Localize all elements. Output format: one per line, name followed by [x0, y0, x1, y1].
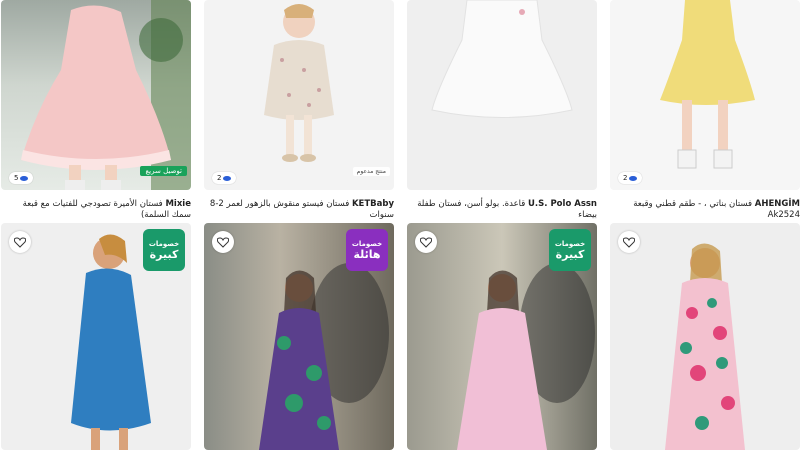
- discount-badge: خصومات كبيرة: [549, 229, 591, 271]
- product-brand: Mixie: [165, 199, 191, 209]
- product-image[interactable]: خصومات كبيرة: [1, 223, 191, 450]
- view-count: 5: [14, 174, 19, 182]
- discount-value: هائلة: [353, 247, 381, 261]
- product-card[interactable]: خصومات كبيرة: [407, 223, 597, 450]
- product-grid: توصيل سريع 5 Mixie فستان الأميرة تصودجي …: [0, 0, 800, 450]
- discount-value: كبيرة: [555, 247, 585, 261]
- heart-icon: [420, 236, 432, 248]
- heart-icon: [14, 236, 26, 248]
- view-count-badge: 2: [212, 172, 237, 184]
- eye-icon: [629, 175, 638, 181]
- product-title[interactable]: U.S. Polo Assn قاعدة. بولو أسن، فستان طف…: [411, 199, 597, 221]
- eye-icon: [223, 175, 232, 181]
- product-card[interactable]: خصومات هائلة: [204, 223, 394, 450]
- product-title[interactable]: Mixie فستان الأميرة تصودجي للفتيات مع قب…: [5, 199, 191, 221]
- discount-label: خصومات: [148, 239, 180, 248]
- discount-badge: خصومات هائلة: [346, 229, 388, 271]
- heart-icon: [217, 236, 229, 248]
- product-title[interactable]: AHENGİM فستان بناتي ، - طقم قطني وقبعة A…: [614, 199, 800, 221]
- eye-icon: [20, 175, 29, 181]
- product-card[interactable]: 2 AHENGİM فستان بناتي ، - طقم قطني وقبعة…: [610, 0, 800, 222]
- view-count-badge: 5: [9, 172, 34, 184]
- view-count: 2: [623, 174, 628, 182]
- product-card[interactable]: [610, 223, 800, 450]
- product-brand: AHENGİM: [754, 199, 800, 209]
- product-brand: U.S. Polo Assn: [528, 199, 597, 209]
- product-image[interactable]: [407, 0, 597, 190]
- product-brand: KETBaby: [351, 199, 394, 209]
- view-count: 2: [217, 174, 222, 182]
- view-count-badge: 2: [618, 172, 643, 184]
- product-photo: [431, 0, 573, 118]
- product-photo: [21, 0, 191, 190]
- discount-value: كبيرة: [149, 247, 179, 261]
- product-photo: [660, 0, 755, 169]
- discount-label: خصومات: [351, 239, 383, 248]
- product-title[interactable]: KETBaby فستان فيستو منقوش بالزهور لعمر 2…: [208, 199, 394, 221]
- product-image[interactable]: خصومات هائلة: [204, 223, 394, 450]
- product-image[interactable]: 2: [610, 0, 800, 190]
- favorite-button[interactable]: [9, 231, 31, 253]
- favorite-button[interactable]: [415, 231, 437, 253]
- product-photo: [665, 243, 745, 450]
- discount-badge: خصومات كبيرة: [143, 229, 185, 271]
- product-image[interactable]: توصيل سريع 5: [1, 0, 191, 190]
- product-image[interactable]: منتج مدعوم 2: [204, 0, 394, 190]
- fast-delivery-tag: توصيل سريع: [140, 166, 187, 176]
- product-photo: [264, 4, 334, 162]
- favorite-button[interactable]: [618, 231, 640, 253]
- product-card[interactable]: خصومات كبيرة: [1, 223, 191, 450]
- product-image[interactable]: خصومات كبيرة: [407, 223, 597, 450]
- product-card[interactable]: U.S. Polo Assn قاعدة. بولو أسن، فستان طف…: [407, 0, 597, 222]
- sponsored-tag: منتج مدعوم: [352, 167, 390, 176]
- product-card[interactable]: منتج مدعوم 2 KETBaby فستان فيستو منقوش ب…: [204, 0, 394, 222]
- product-image[interactable]: [610, 223, 800, 450]
- favorite-button[interactable]: [212, 231, 234, 253]
- product-card[interactable]: توصيل سريع 5 Mixie فستان الأميرة تصودجي …: [1, 0, 191, 222]
- heart-icon: [623, 236, 635, 248]
- discount-label: خصومات: [554, 239, 586, 248]
